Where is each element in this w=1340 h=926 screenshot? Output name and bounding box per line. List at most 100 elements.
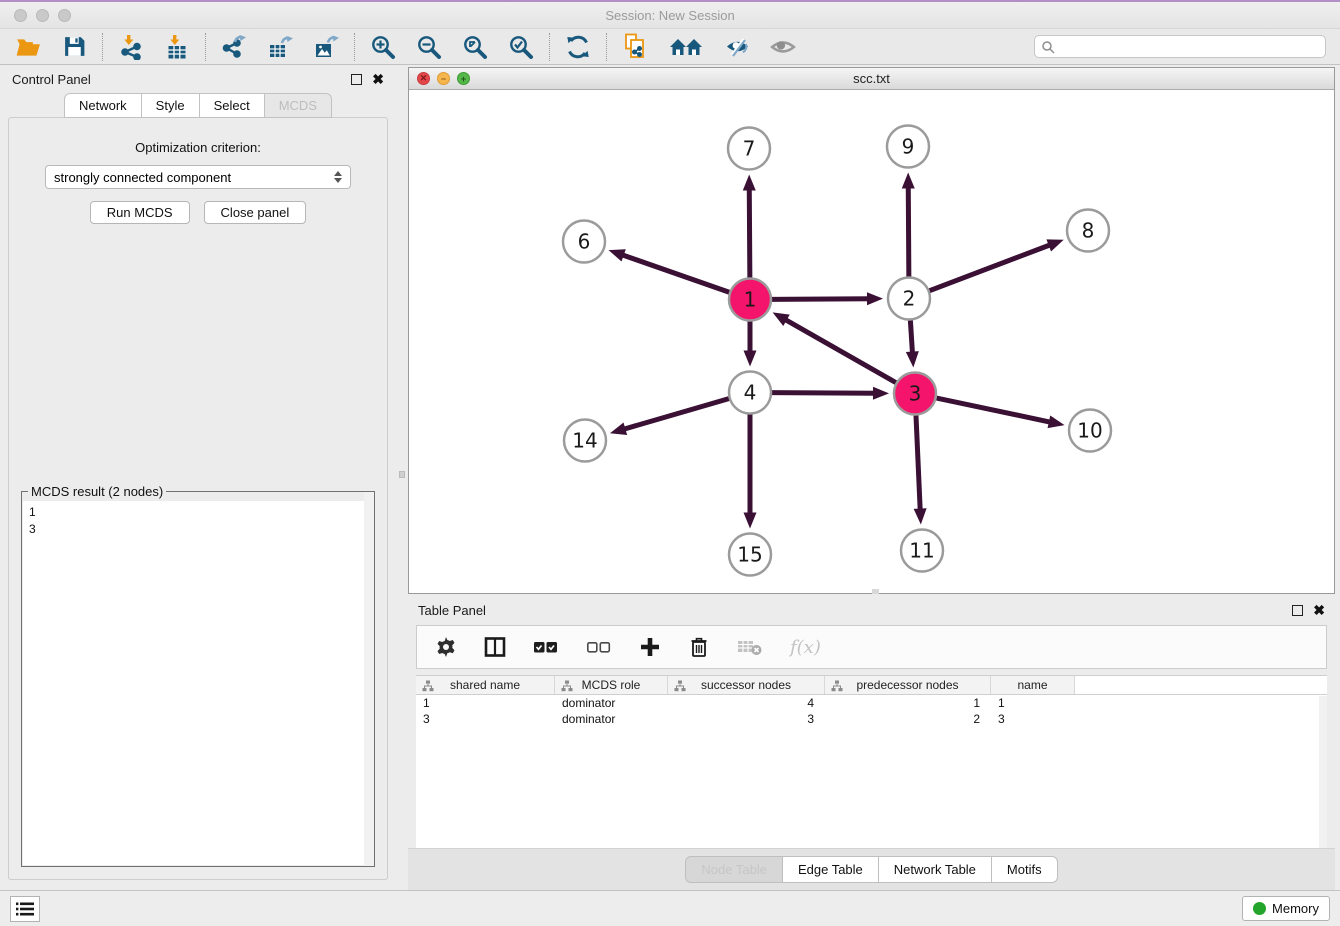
search-area: [1034, 35, 1326, 58]
mcds-panel-body: Optimization criterion: strongly connect…: [8, 117, 388, 880]
graph-edge-2-9[interactable]: [902, 172, 915, 276]
graph-node-6[interactable]: 6: [563, 221, 605, 263]
close-panel-icon[interactable]: ✖: [372, 72, 384, 86]
table-row[interactable]: 3 dominator 3 2 3: [416, 711, 1327, 727]
application-window: Session: New Session: [0, 0, 1340, 926]
import-network-icon[interactable]: [117, 33, 145, 61]
tab-style[interactable]: Style: [142, 93, 200, 118]
network-graph[interactable]: 7 9 6 8 1 2 4 3 14 10 15 11: [409, 90, 1334, 593]
search-field[interactable]: [1034, 35, 1326, 58]
status-bar: Memory: [0, 890, 1340, 926]
close-table-panel-icon[interactable]: ✖: [1313, 603, 1325, 617]
svg-text:6: 6: [578, 230, 591, 254]
graph-node-11[interactable]: 11: [901, 530, 943, 572]
graph-node-7[interactable]: 7: [728, 128, 770, 170]
tab-network-table[interactable]: Network Table: [879, 856, 992, 883]
select-all-columns-icon[interactable]: [533, 639, 559, 655]
graph-edge-1-6[interactable]: [609, 249, 730, 292]
import-table-icon[interactable]: [163, 33, 191, 61]
table-toolbar: f(x): [416, 625, 1327, 669]
tab-mcds[interactable]: MCDS: [265, 93, 332, 118]
save-session-icon[interactable]: [60, 33, 88, 61]
export-image-icon[interactable]: [312, 33, 340, 61]
panel-splitter[interactable]: [396, 65, 408, 890]
memory-button[interactable]: Memory: [1242, 896, 1330, 921]
graph-edge-1-2[interactable]: [772, 292, 883, 305]
graph-node-8[interactable]: 8: [1067, 210, 1109, 252]
graph-node-15[interactable]: 15: [729, 534, 771, 576]
graph-node-2[interactable]: 2: [888, 278, 930, 320]
add-column-icon[interactable]: [639, 636, 661, 658]
hide-graphics-icon[interactable]: [723, 33, 751, 61]
home-layout-icon[interactable]: [667, 33, 705, 61]
graph-edge-1-7[interactable]: [743, 174, 756, 277]
gear-icon[interactable]: [435, 636, 457, 658]
graph-edge-3-11[interactable]: [914, 415, 927, 524]
close-panel-button[interactable]: Close panel: [204, 201, 307, 224]
zoom-out-icon[interactable]: [415, 33, 443, 61]
export-network-icon[interactable]: [220, 33, 248, 61]
graph-edge-2-3[interactable]: [906, 320, 919, 367]
column-header-shared-name[interactable]: shared name: [416, 676, 555, 694]
table-body[interactable]: 1 dominator 4 1 1 3 dominator 3 2 3: [416, 695, 1327, 848]
graph-edge-3-10[interactable]: [937, 398, 1065, 428]
graph-node-4[interactable]: 4: [729, 372, 771, 414]
graph-edge-3-1[interactable]: [773, 312, 896, 382]
float-table-panel-icon[interactable]: [1292, 605, 1303, 616]
graph-node-10[interactable]: 10: [1069, 410, 1111, 452]
search-input[interactable]: [1055, 40, 1319, 54]
delete-column-icon[interactable]: [688, 636, 710, 658]
network-window-title: scc.txt: [409, 71, 1334, 86]
graph-node-1[interactable]: 1: [729, 279, 771, 321]
table-row[interactable]: 1 dominator 4 1 1: [416, 695, 1327, 711]
network-window-titlebar[interactable]: ✕ − + scc.txt: [409, 68, 1334, 90]
duplicate-network-icon[interactable]: [621, 33, 649, 61]
graph-edge-1-4[interactable]: [744, 322, 757, 367]
show-graphics-icon[interactable]: [769, 33, 797, 61]
zoom-selected-icon[interactable]: [507, 33, 535, 61]
canvas-splitter-grip[interactable]: [872, 589, 879, 594]
mcds-result-text[interactable]: 1 3: [23, 501, 373, 865]
tab-network[interactable]: Network: [64, 93, 142, 118]
svg-text:1: 1: [744, 288, 757, 312]
export-table-icon[interactable]: [266, 33, 294, 61]
float-panel-icon[interactable]: [351, 74, 362, 85]
result-scrollbar[interactable]: [364, 492, 374, 866]
column-header-predecessor-nodes[interactable]: predecessor nodes: [825, 676, 991, 694]
open-session-icon[interactable]: [14, 33, 42, 61]
zoom-fit-icon[interactable]: [461, 33, 489, 61]
tab-edge-table[interactable]: Edge Table: [783, 856, 879, 883]
deselect-all-columns-icon[interactable]: [586, 639, 612, 655]
criterion-select[interactable]: strongly connected component: [45, 165, 351, 189]
task-history-button[interactable]: [10, 896, 40, 922]
svg-text:8: 8: [1082, 219, 1095, 243]
svg-text:9: 9: [902, 135, 915, 159]
svg-text:10: 10: [1077, 419, 1102, 443]
tab-select[interactable]: Select: [200, 93, 265, 118]
delete-table-icon[interactable]: [737, 637, 763, 657]
graph-node-9[interactable]: 9: [887, 126, 929, 168]
run-mcds-button[interactable]: Run MCDS: [90, 201, 190, 224]
splitter-grip[interactable]: [399, 471, 405, 478]
node-table: shared name MCDS role successor nodes: [416, 675, 1327, 848]
tab-motifs[interactable]: Motifs: [992, 856, 1058, 883]
network-canvas[interactable]: 7 9 6 8 1 2 4 3 14 10 15 11: [409, 90, 1334, 593]
table-scrollbar[interactable]: [1319, 696, 1327, 848]
graph-edge-4-14[interactable]: [610, 399, 729, 435]
zoom-in-icon[interactable]: [369, 33, 397, 61]
tab-node-table[interactable]: Node Table: [685, 856, 783, 883]
svg-text:11: 11: [909, 539, 934, 563]
function-builder-icon[interactable]: f(x): [790, 637, 821, 658]
column-header-successor-nodes[interactable]: successor nodes: [668, 676, 825, 694]
graph-edge-2-8[interactable]: [930, 239, 1064, 290]
window-titlebar: Session: New Session: [0, 2, 1340, 28]
refresh-layout-icon[interactable]: [564, 33, 592, 61]
graph-edge-4-3[interactable]: [772, 387, 889, 400]
graph-node-14[interactable]: 14: [564, 420, 606, 462]
graph-node-3[interactable]: 3: [894, 373, 936, 415]
column-header-name[interactable]: name: [991, 676, 1075, 694]
column-header-mcds-role[interactable]: MCDS role: [555, 676, 668, 694]
graph-edge-4-15[interactable]: [744, 415, 757, 529]
optimization-criterion-label: Optimization criterion:: [21, 140, 375, 155]
split-columns-icon[interactable]: [484, 636, 506, 658]
